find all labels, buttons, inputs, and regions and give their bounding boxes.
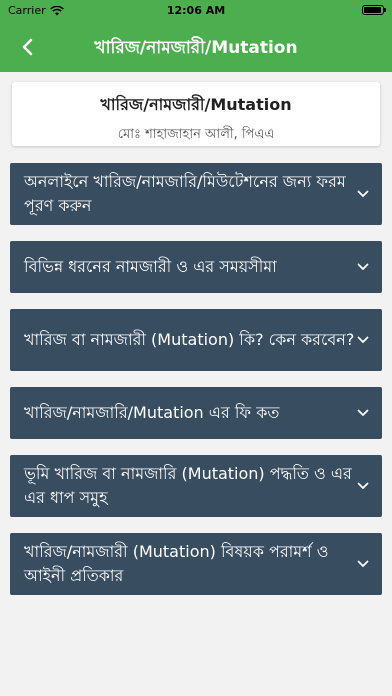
header-subtitle: মোঃ শাহাজাহান আলী, পিএএ <box>117 127 275 142</box>
chevron-down-icon <box>356 557 370 571</box>
battery-icon <box>362 5 386 15</box>
list-item-label: অনলাইনে খারিজ/নামজারি/মিউটেশনের জন্য ফরম… <box>24 172 346 215</box>
chevron-down-icon <box>356 479 370 493</box>
list-item-label: খারিজ বা নামজারী (Mutation) কি? কেন করবে… <box>24 330 355 349</box>
list-item[interactable]: ভূমি খারিজ বা নামজারি (Mutation) পদ্ধতি … <box>10 455 382 517</box>
list-item[interactable]: খারিজ বা নামজারী (Mutation) কি? কেন করবে… <box>10 309 382 371</box>
list-item-label: ভূমি খারিজ বা নামজারি (Mutation) পদ্ধতি … <box>24 464 352 507</box>
nav-title: খারিজ/নামজারী/Mutation <box>94 38 298 58</box>
chevron-down-icon <box>356 260 370 274</box>
list-item-label: খারিজ/নামজারী (Mutation) বিষয়ক পরামর্শ … <box>24 542 329 585</box>
chevron-down-icon <box>356 333 370 347</box>
topic-list: অনলাইনে খারিজ/নামজারি/মিউটেশনের জন্য ফরম… <box>10 163 382 611</box>
list-item[interactable]: অনলাইনে খারিজ/নামজারি/মিউটেশনের জন্য ফরম… <box>10 163 382 225</box>
status-bar: Carrier 12:06 AM <box>0 0 392 22</box>
list-item[interactable]: বিভিন্ন ধরনের নামজারী ও এর সময়সীমা <box>10 241 382 293</box>
list-item[interactable]: খারিজ/নামজারি/Mutation এর ফি কত <box>10 387 382 439</box>
status-time: 12:06 AM <box>166 4 226 17</box>
nav-bar: খারিজ/নামজারী/Mutation <box>0 22 392 72</box>
header-card: খারিজ/নামজারী/Mutation মোঃ শাহাজাহান আলী… <box>12 82 380 146</box>
chevron-down-icon <box>356 406 370 420</box>
chevron-down-icon <box>356 187 370 201</box>
list-item-label: খারিজ/নামজারি/Mutation এর ফি কত <box>24 403 280 422</box>
header-title: খারিজ/নামজারী/Mutation <box>100 95 292 114</box>
list-item[interactable]: খারিজ/নামজারী (Mutation) বিষয়ক পরামর্শ … <box>10 533 382 595</box>
list-item-label: বিভিন্ন ধরনের নামজারী ও এর সময়সীমা <box>24 257 277 276</box>
